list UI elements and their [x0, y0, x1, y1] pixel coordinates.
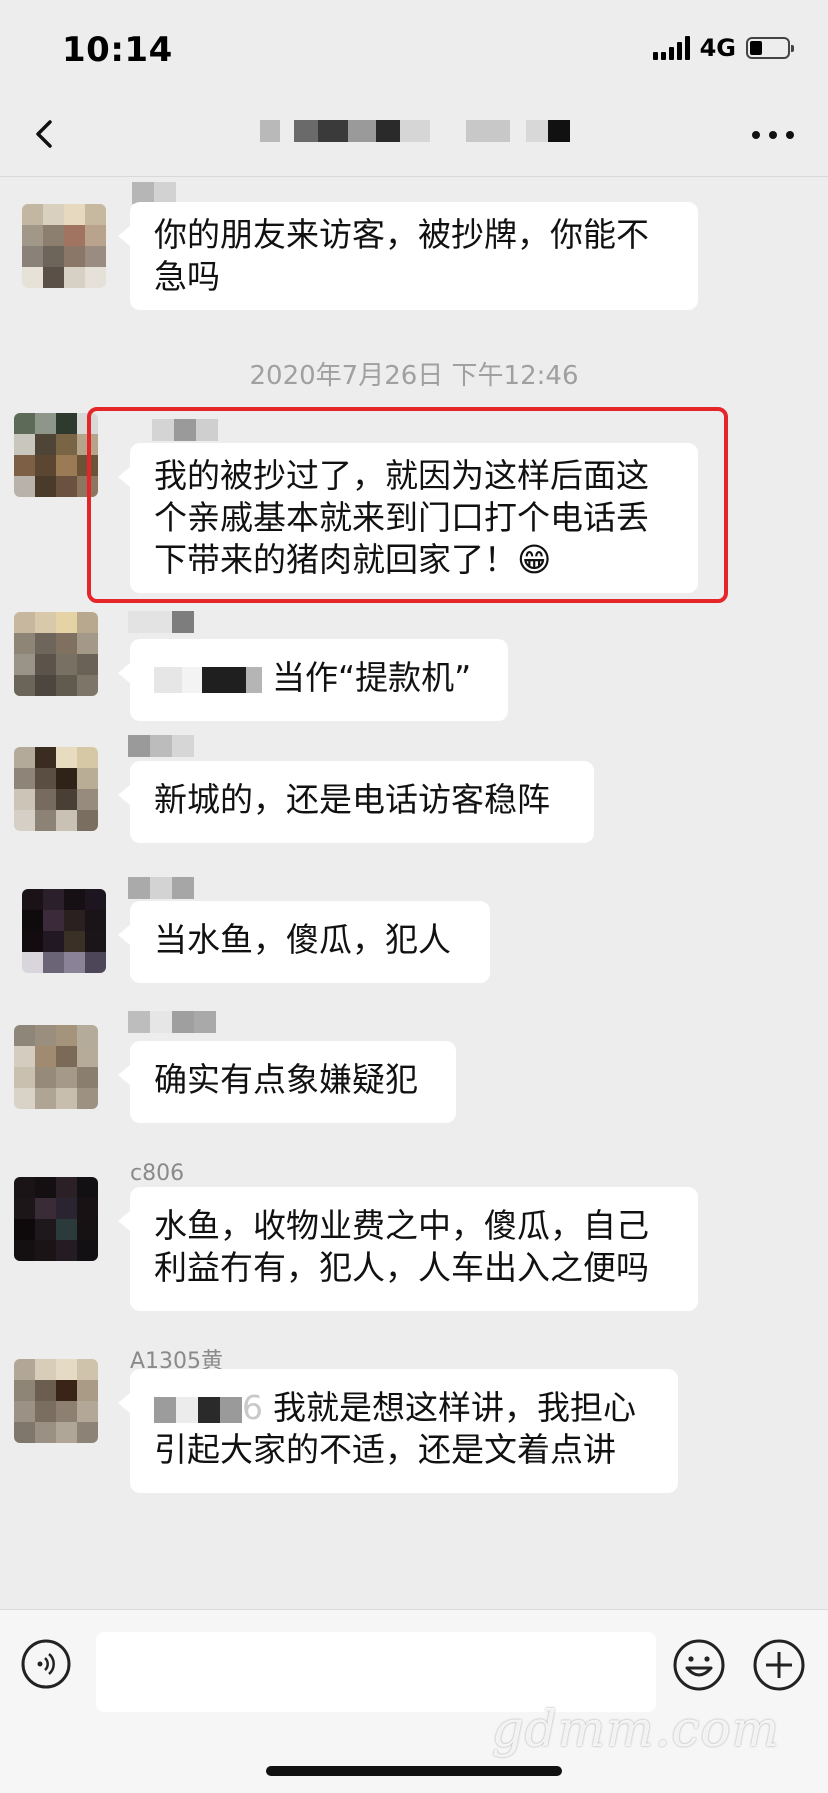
ellipsis-icon[interactable]	[748, 120, 798, 150]
message-text: 我就是想这样讲，我担心	[273, 1388, 636, 1427]
avatar[interactable]	[14, 1359, 98, 1443]
redacted-text	[220, 1396, 242, 1423]
nickname: A1305黄	[130, 1349, 224, 1374]
message-text: 急吗	[154, 257, 220, 296]
message-text: 引起大家的不适，还是文着点讲	[154, 1430, 616, 1469]
message-bubble[interactable]: 你的朋友来访客，被抄牌，你能不 急吗	[118, 202, 698, 310]
message-text: 新城的，还是电话访客稳阵	[154, 780, 550, 819]
redacted-text	[202, 666, 246, 693]
message-bubble[interactable]: 当水鱼，傻瓜，犯人	[118, 901, 490, 983]
message-text: 确实有点象嫌疑犯	[154, 1060, 418, 1099]
nickname-redacted	[128, 1011, 216, 1033]
message-bubble[interactable]: 新城的，还是电话访客稳阵	[118, 761, 594, 843]
status-bar: 10:14 4G	[0, 0, 828, 98]
chevron-left-icon[interactable]	[26, 114, 66, 154]
home-indicator[interactable]	[266, 1766, 562, 1776]
signal-icon	[652, 36, 690, 60]
message-text: 利益冇有，犯人，人车出入之便吗	[154, 1248, 649, 1287]
avatar[interactable]	[14, 747, 98, 831]
message-text: 你的朋友来访客，被抄牌，你能不	[154, 215, 649, 254]
chat-title-redacted	[260, 114, 620, 154]
status-time: 10:14	[62, 30, 173, 70]
nickname: c806	[130, 1161, 185, 1186]
message-list[interactable]: 你的朋友来访客，被抄牌，你能不 急吗 2020年7月26日 下午12:46 我的…	[0, 177, 828, 1609]
emoji-icon[interactable]	[672, 1638, 726, 1692]
message-text: 水鱼，收物业费之中，傻瓜，自己	[154, 1206, 649, 1245]
avatar[interactable]	[14, 612, 98, 696]
message-text: 当水鱼，傻瓜，犯人	[154, 920, 451, 959]
status-indicators: 4G	[652, 34, 794, 62]
watermark: gdmm.com	[491, 1700, 780, 1758]
redacted-text	[198, 1396, 220, 1423]
avatar[interactable]	[14, 1177, 98, 1261]
nickname-redacted	[132, 182, 176, 204]
timestamp: 2020年7月26日 下午12:46	[249, 361, 579, 391]
plus-icon[interactable]	[752, 1638, 806, 1692]
nickname-redacted	[128, 611, 194, 633]
voice-icon[interactable]	[20, 1638, 72, 1690]
avatar[interactable]	[14, 1025, 98, 1109]
message-bubble[interactable]: 水鱼，收物业费之中，傻瓜，自己 利益冇有，犯人，人车出入之便吗	[118, 1187, 698, 1311]
chat-header	[0, 98, 828, 177]
avatar[interactable]	[22, 889, 106, 973]
message-text: 当作“提款机”	[272, 658, 472, 697]
message-prefix: 6	[242, 1388, 263, 1427]
message-bubble[interactable]: 当作“提款机”	[118, 639, 508, 721]
redacted-text	[154, 1396, 176, 1423]
nickname-redacted	[128, 877, 194, 899]
avatar[interactable]	[22, 204, 106, 288]
network-type: 4G	[699, 34, 736, 62]
message-bubble[interactable]: 确实有点象嫌疑犯	[118, 1041, 456, 1123]
redacted-text	[176, 1396, 198, 1423]
battery-icon	[746, 37, 794, 59]
highlight-box	[87, 407, 728, 603]
avatar[interactable]	[14, 413, 98, 497]
redacted-text	[246, 666, 262, 693]
message-bubble[interactable]: 6 我就是想这样讲，我担心 引起大家的不适，还是文着点讲	[118, 1369, 678, 1493]
redacted-text	[182, 666, 202, 693]
redacted-text	[154, 666, 182, 693]
nickname-redacted	[128, 735, 194, 757]
